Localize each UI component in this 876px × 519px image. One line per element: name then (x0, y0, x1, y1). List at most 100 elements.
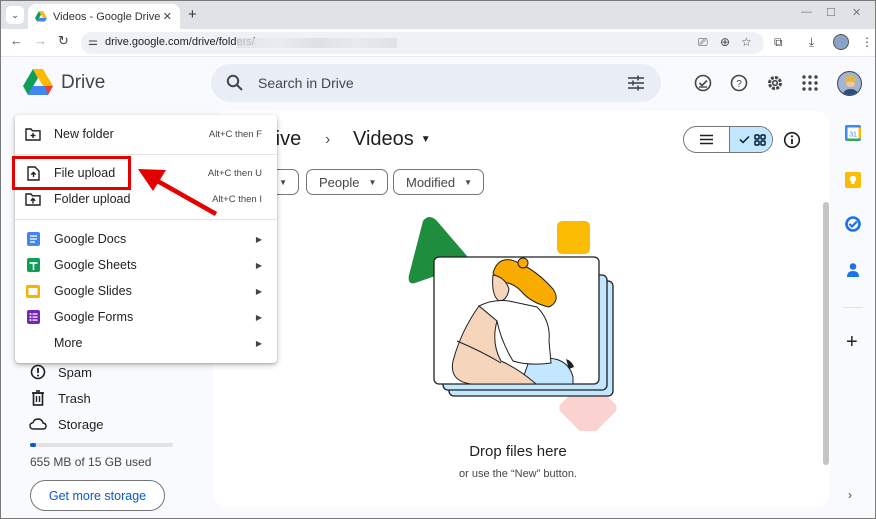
menu-item-label: Google Sheets (54, 258, 137, 272)
google-forms-icon (25, 309, 41, 325)
menu-item-label: Folder upload (54, 192, 131, 206)
side-panel-divider (843, 307, 863, 308)
zoom-icon[interactable]: ⊕ (720, 35, 730, 49)
menu-item-google-docs[interactable]: Google Docs ▶ (15, 227, 277, 251)
tab-strip: ⌄ Videos - Google Drive ✕ + — ☐ ✕ (1, 1, 875, 29)
chip-label: Modified (406, 174, 456, 190)
keep-icon[interactable] (844, 171, 862, 189)
menu-item-shortcut: Alt+C then F (208, 128, 262, 140)
checkmark-icon (738, 135, 750, 144)
sidebar-item-storage[interactable]: Storage (29, 414, 104, 434)
browser-window: ⌄ Videos - Google Drive ✕ + — ☐ ✕ ← → ↻ … (0, 0, 876, 519)
back-button[interactable]: ← (10, 33, 23, 48)
show-side-panel-button[interactable]: › (848, 488, 852, 502)
url-redacted (237, 38, 397, 48)
breadcrumb-current-folder[interactable]: Videos ▼ (353, 128, 431, 151)
settings-icon[interactable] (766, 74, 784, 92)
new-tab-button[interactable]: + (188, 6, 197, 23)
storage-usage-text: 655 MB of 15 GB used (30, 455, 152, 469)
search-options-icon[interactable] (627, 75, 645, 91)
search-bar[interactable]: Search in Drive (211, 64, 661, 102)
new-folder-icon (25, 126, 41, 142)
menu-divider (15, 154, 277, 155)
caret-down-icon: ▼ (420, 134, 431, 146)
search-icon[interactable] (226, 74, 244, 92)
storage-usage-bar (30, 443, 173, 447)
spam-icon (29, 364, 47, 380)
submenu-arrow-icon: ▶ (255, 234, 262, 244)
menu-item-google-forms[interactable]: Google Forms ▶ (15, 305, 277, 329)
annotation-arrow-icon (138, 169, 218, 216)
menu-item-label: More (54, 336, 83, 350)
browser-profile-avatar[interactable] (833, 34, 849, 50)
folder-upload-icon (25, 191, 41, 207)
view-toggle (683, 126, 773, 153)
storage-usage-fill (30, 443, 37, 447)
maximize-button[interactable]: ☐ (826, 6, 836, 19)
svg-text:31: 31 (849, 132, 857, 139)
empty-state-illustration (408, 217, 617, 431)
tab-title: Videos - Google Drive (53, 10, 161, 23)
menu-item-label: New folder (54, 127, 114, 141)
new-menu: New folder Alt+C then F File upload Alt+… (15, 115, 277, 363)
address-bar[interactable]: ⚌ drive.google.com/drive/folders/ ⎚ ⊕ ☆ (81, 32, 764, 54)
bookmark-star-icon[interactable]: ☆ (741, 35, 752, 49)
menu-item-label: Google Slides (54, 284, 132, 298)
cloud-icon (29, 418, 47, 430)
extensions-icon[interactable]: ⧉ (774, 35, 783, 50)
browser-toolbar: ← → ↻ ⚌ drive.google.com/drive/folders/ … (1, 29, 875, 57)
menu-item-google-slides[interactable]: Google Slides ▶ (15, 279, 277, 303)
menu-item-label: Google Forms (54, 310, 134, 324)
grid-view-button[interactable] (729, 127, 772, 152)
sidebar-item-trash[interactable]: Trash (29, 388, 91, 408)
submenu-arrow-icon: ▶ (255, 286, 262, 296)
svg-text:?: ? (736, 79, 742, 90)
account-avatar[interactable] (837, 71, 862, 96)
contacts-icon[interactable] (844, 261, 862, 279)
drive-logo-icon[interactable] (23, 69, 53, 96)
list-view-button[interactable] (684, 127, 729, 152)
sidebar-item-spam[interactable]: Spam (29, 362, 92, 382)
google-docs-icon (25, 231, 41, 247)
menu-item-label: Google Docs (54, 232, 127, 246)
trash-icon (29, 390, 47, 406)
view-details-icon[interactable] (783, 131, 801, 149)
reload-button[interactable]: ↻ (58, 33, 69, 49)
chevron-down-icon: ⌄ (11, 9, 19, 20)
chip-label: People (319, 174, 360, 190)
drive-logo-text[interactable]: Drive (61, 72, 105, 94)
close-window-button[interactable]: ✕ (852, 6, 861, 19)
url-text: drive.google.com/drive/folders/ (105, 36, 255, 48)
downloads-icon[interactable]: ⤓ (809, 35, 814, 50)
google-apps-icon[interactable] (801, 74, 819, 92)
submenu-arrow-icon: ▶ (255, 338, 262, 348)
menu-item-google-sheets[interactable]: Google Sheets ▶ (15, 253, 277, 277)
sidebar-item-label: Storage (58, 416, 104, 432)
filter-chip-modified[interactable]: Modified ▼ (393, 169, 485, 195)
drive-favicon-icon (35, 11, 47, 22)
help-icon[interactable]: ? (730, 74, 748, 92)
get-more-storage-button[interactable]: Get more storage (30, 480, 165, 511)
site-info-icon[interactable]: ⚌ (88, 35, 98, 48)
tab-search-button[interactable]: ⌄ (6, 6, 24, 24)
annotation-highlight-box (12, 156, 131, 190)
menu-item-more[interactable]: More ▶ (15, 331, 277, 355)
close-tab-icon[interactable]: ✕ (163, 10, 172, 23)
browser-menu-icon[interactable]: ⋮ (861, 35, 873, 49)
caret-down-icon: ▼ (464, 177, 473, 187)
get-addons-button[interactable]: + (846, 331, 858, 354)
calendar-icon[interactable]: 31 (844, 124, 862, 142)
tasks-icon[interactable] (844, 215, 862, 233)
grid-icon (753, 133, 766, 146)
menu-item-new-folder[interactable]: New folder Alt+C then F (15, 122, 277, 146)
empty-state-subtitle: or use the “New” button. (458, 468, 577, 480)
browser-tab[interactable]: Videos - Google Drive ✕ (28, 4, 180, 29)
install-app-icon[interactable]: ⎚ (698, 35, 708, 50)
filter-chip-people[interactable]: People ▼ (306, 169, 389, 195)
minimize-button[interactable]: — (801, 6, 812, 18)
scrollbar[interactable] (823, 202, 829, 465)
folder-name: Videos (353, 128, 414, 150)
forward-button[interactable]: → (34, 33, 47, 48)
ready-for-offline-icon[interactable] (694, 74, 712, 92)
search-input[interactable]: Search in Drive (258, 75, 354, 91)
